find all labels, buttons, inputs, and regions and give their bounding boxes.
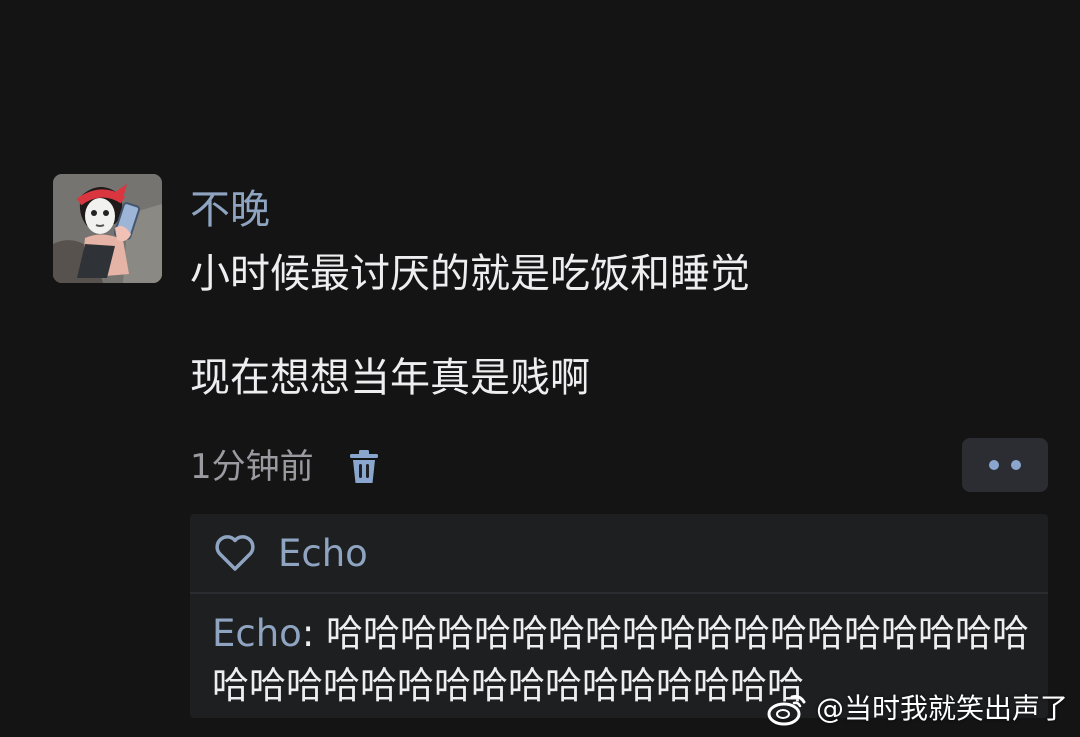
moment-post: 不晚 小时候最讨厌的就是吃饭和睡觉 现在想想当年真是贱啊 1分钟前 Echo E… (0, 0, 1080, 737)
watermark-text: @当时我就笑出声了 (815, 692, 1068, 725)
interaction-panel: Echo Echo: 哈哈哈哈哈哈哈哈哈哈哈哈哈哈哈哈哈哈哈哈哈哈哈哈哈哈哈哈哈… (190, 514, 1048, 718)
post-time: 1分钟前 (190, 447, 314, 487)
comment-separator: : (301, 612, 327, 655)
likes-row: Echo (190, 514, 1048, 594)
post-meta: 1分钟前 (190, 442, 384, 492)
post-content: 小时候最讨厌的就是吃饭和睡觉 现在想想当年真是贱啊 (190, 251, 750, 401)
username[interactable]: 不晚 (190, 186, 270, 234)
watermark: @当时我就笑出声了 (766, 691, 1068, 727)
liker-name[interactable]: Echo (278, 532, 368, 575)
avatar[interactable] (53, 174, 162, 283)
more-dots-icon (989, 460, 999, 470)
comment-author[interactable]: Echo (212, 612, 302, 655)
delete-button[interactable] (344, 447, 384, 487)
cartoon-woman-avatar-icon (53, 174, 162, 283)
like-button[interactable] (212, 532, 258, 574)
weibo-logo-icon (767, 695, 806, 726)
trash-icon (349, 450, 378, 483)
more-button[interactable] (962, 438, 1048, 492)
heart-outline-icon (215, 535, 255, 571)
more-dots-icon (1011, 460, 1021, 470)
